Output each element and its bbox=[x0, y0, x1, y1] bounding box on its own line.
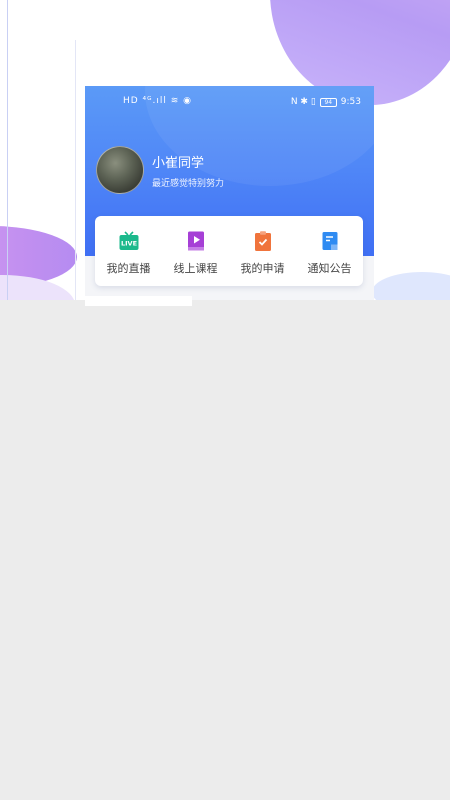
battery-icon: 94 bbox=[319, 97, 337, 107]
clipboard-check-icon bbox=[254, 231, 271, 251]
menu-item-online-courses[interactable]: 线上课程 bbox=[162, 216, 229, 286]
status-time: 9:53 bbox=[340, 97, 361, 107]
quick-menu: LIVE 我的直播 线上课程 我的申请 通知公告 bbox=[95, 216, 363, 286]
status-right: N ✱ ▯ 94 9:53 bbox=[291, 97, 361, 107]
avatar[interactable] bbox=[96, 146, 144, 194]
content-strip bbox=[85, 296, 192, 306]
notice-doc-icon bbox=[322, 232, 337, 250]
decorative-line bbox=[7, 0, 8, 300]
menu-label: 通知公告 bbox=[307, 262, 352, 275]
decorative-blob bbox=[0, 275, 75, 300]
user-name: 小崔同学 bbox=[152, 156, 205, 171]
network-status-icons: HD ⁴ᴳ.ıll ≋ ◉ bbox=[123, 96, 193, 106]
svg-text:LIVE: LIVE bbox=[120, 240, 136, 248]
decorative-blob bbox=[372, 272, 450, 300]
menu-label: 我的直播 bbox=[106, 262, 151, 275]
system-status-icons: N ✱ ▯ bbox=[290, 97, 316, 107]
video-book-icon bbox=[187, 231, 204, 251]
user-signature: 最近感觉特别努力 bbox=[152, 179, 225, 189]
status-bar: HD ⁴ᴳ.ıll ≋ ◉ N ✱ ▯ 94 9:53 bbox=[85, 96, 374, 110]
menu-item-notices[interactable]: 通知公告 bbox=[296, 216, 363, 286]
phone-preview: HD ⁴ᴳ.ıll ≋ ◉ N ✱ ▯ 94 9:53 小崔同学 最近感觉特别努… bbox=[85, 86, 374, 300]
decorative-line bbox=[75, 40, 76, 300]
menu-item-my-live[interactable]: LIVE 我的直播 bbox=[95, 216, 162, 286]
live-tv-icon: LIVE bbox=[119, 231, 138, 250]
menu-item-my-applications[interactable]: 我的申请 bbox=[229, 216, 296, 286]
menu-label: 线上课程 bbox=[173, 262, 218, 275]
menu-label: 我的申请 bbox=[240, 262, 285, 275]
